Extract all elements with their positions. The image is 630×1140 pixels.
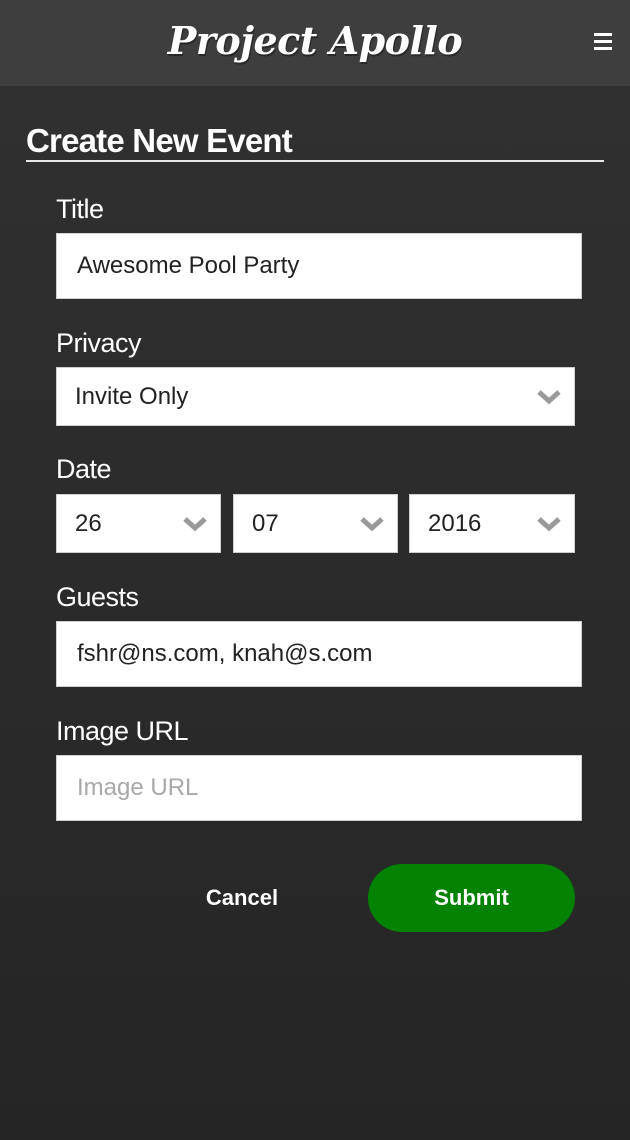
- chevron-down-icon: [537, 516, 561, 531]
- image-url-field[interactable]: [56, 755, 582, 821]
- page-title: Create New Event: [26, 122, 293, 159]
- year-select[interactable]: 2016: [409, 494, 575, 553]
- guests-label: Guests: [56, 582, 139, 612]
- guests-field[interactable]: [56, 621, 582, 687]
- image-url-input[interactable]: [77, 756, 581, 820]
- menu-bar: [594, 40, 612, 43]
- create-event-form: Create New Event Title Privacy Invite On…: [0, 86, 630, 1140]
- day-select[interactable]: 26: [56, 494, 221, 553]
- title-label: Title: [56, 194, 104, 224]
- menu-bar: [594, 47, 612, 50]
- date-label: Date: [56, 454, 112, 484]
- month-select[interactable]: 07: [233, 494, 398, 553]
- app-header: Project Apollo: [0, 0, 630, 86]
- chevron-down-icon: [183, 516, 207, 531]
- chevron-down-icon: [537, 389, 561, 404]
- chevron-down-icon: [360, 516, 384, 531]
- brand-logo[interactable]: Project Apollo: [0, 18, 630, 63]
- privacy-select[interactable]: Invite Only: [56, 367, 575, 426]
- privacy-label: Privacy: [56, 328, 142, 358]
- hamburger-menu-icon[interactable]: [591, 31, 615, 51]
- cancel-button[interactable]: Cancel: [190, 864, 294, 932]
- submit-button[interactable]: Submit: [368, 864, 575, 932]
- title-divider: [26, 160, 604, 162]
- guests-input[interactable]: [77, 622, 581, 686]
- menu-bar: [594, 33, 612, 36]
- image-url-label: Image URL: [56, 716, 189, 746]
- title-input[interactable]: [77, 234, 581, 298]
- privacy-selected-value: Invite Only: [75, 382, 189, 410]
- title-field[interactable]: [56, 233, 582, 299]
